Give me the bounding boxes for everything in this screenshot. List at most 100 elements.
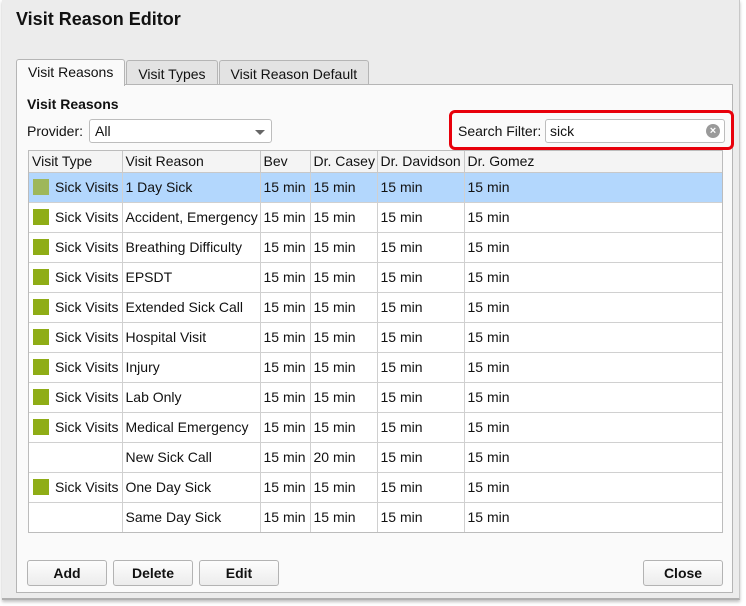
visit-type-cell: Sick Visits: [29, 412, 123, 443]
duration-cell: 15 min: [260, 232, 311, 263]
tab-visit-reasons[interactable]: Visit Reasons: [16, 59, 126, 86]
color-swatch-icon: [33, 209, 49, 225]
duration-cell: 15 min: [377, 442, 465, 473]
duration-cell: 15 min: [260, 442, 311, 473]
provider-select[interactable]: All: [89, 119, 272, 143]
table-row[interactable]: Sick Visits Breathing Difficulty 15 min 15 …: [29, 232, 722, 263]
duration-cell: 15 min: [310, 382, 378, 413]
duration-cell: 15 min: [377, 502, 465, 532]
visit-type-cell: [29, 442, 123, 473]
column-header[interactable]: Dr. Gomez: [464, 151, 722, 173]
add-button[interactable]: Add: [27, 560, 107, 586]
tab-visit-types[interactable]: Visit Types: [126, 60, 218, 86]
duration-cell: 15 min: [464, 412, 722, 443]
visit-type-label: Sick Visits: [55, 269, 119, 285]
duration-cell: 15 min: [377, 352, 465, 383]
visit-type-cell: Sick Visits: [29, 382, 123, 413]
visit-type-cell: Sick Visits: [29, 472, 123, 503]
color-swatch-icon: [33, 389, 49, 405]
table-row[interactable]: Sick Visits Lab Only 15 min 15 min 15 min 15 …: [29, 382, 722, 413]
column-header[interactable]: Dr. Davidson: [377, 151, 465, 173]
section-title: Visit Reasons: [27, 96, 119, 112]
visit-reasons-panel: Visit Reasons Provider: All Search Filte…: [16, 84, 734, 593]
visit-type-label: Sick Visits: [55, 179, 119, 195]
search-filter-input[interactable]: sick ×: [545, 119, 725, 143]
duration-cell: 15 min: [310, 232, 378, 263]
duration-cell: 15 min: [464, 292, 722, 323]
close-button[interactable]: Close: [643, 560, 723, 586]
column-header[interactable]: Visit Reason: [122, 151, 261, 173]
duration-cell: 15 min: [377, 382, 465, 413]
visit-type-cell: Sick Visits: [29, 172, 123, 203]
duration-cell: 15 min: [310, 502, 378, 532]
duration-cell: 15 min: [377, 472, 465, 503]
duration-cell: 15 min: [310, 322, 378, 353]
duration-cell: 15 min: [260, 322, 311, 353]
duration-cell: 15 min: [260, 262, 311, 293]
duration-cell: 15 min: [260, 502, 311, 532]
column-header[interactable]: Dr. Casey: [310, 151, 378, 173]
tab-bar: Visit Reasons Visit Types Visit Reason D…: [16, 59, 370, 86]
visit-type-label: Sick Visits: [55, 389, 119, 405]
visit-type-label: Sick Visits: [55, 209, 119, 225]
visit-reason-cell: Lab Only: [122, 382, 261, 413]
table-row[interactable]: Sick Visits One Day Sick 15 min 15 min 15 mi…: [29, 472, 722, 503]
table-row[interactable]: New Sick Call 15 min 20 min 15 min 15 min: [29, 442, 722, 473]
color-swatch-icon: [33, 269, 49, 285]
duration-cell: 15 min: [260, 412, 311, 443]
table-row[interactable]: Sick Visits 1 Day Sick 15 min 15 min 15 min 1…: [29, 172, 722, 203]
duration-cell: 15 min: [377, 322, 465, 353]
duration-cell: 15 min: [377, 412, 465, 443]
duration-cell: 15 min: [310, 262, 378, 293]
clear-search-icon[interactable]: ×: [706, 124, 720, 138]
duration-cell: 15 min: [260, 202, 311, 233]
duration-cell: 15 min: [310, 472, 378, 503]
delete-button[interactable]: Delete: [113, 560, 193, 586]
column-header[interactable]: Bev: [260, 151, 311, 173]
duration-cell: 15 min: [310, 292, 378, 323]
visit-reason-cell: One Day Sick: [122, 472, 261, 503]
duration-cell: 15 min: [260, 292, 311, 323]
duration-cell: 15 min: [464, 382, 722, 413]
visit-type-label: Sick Visits: [55, 479, 119, 495]
visit-reason-cell: Extended Sick Call: [122, 292, 261, 323]
duration-cell: 15 min: [260, 472, 311, 503]
table-row[interactable]: Sick Visits Accident, Emergency 15 min 15 m…: [29, 202, 722, 233]
visit-type-label: Sick Visits: [55, 359, 119, 375]
visit-reason-cell: EPSDT: [122, 262, 261, 293]
visit-type-cell: [29, 502, 123, 532]
duration-cell: 15 min: [377, 172, 465, 203]
duration-cell: 15 min: [464, 502, 722, 532]
duration-cell: 15 min: [377, 292, 465, 323]
color-swatch-icon: [33, 479, 49, 495]
duration-cell: 15 min: [260, 382, 311, 413]
duration-cell: 15 min: [310, 172, 378, 203]
color-swatch-icon: [33, 329, 49, 345]
visit-type-cell: Sick Visits: [29, 202, 123, 233]
table-row[interactable]: Sick Visits Medical Emergency 15 min 15 min…: [29, 412, 722, 443]
visit-type-cell: Sick Visits: [29, 352, 123, 383]
edit-button[interactable]: Edit: [199, 560, 279, 586]
visit-reason-cell: Same Day Sick: [122, 502, 261, 532]
visit-type-cell: Sick Visits: [29, 322, 123, 353]
table-row[interactable]: Sick Visits Injury 15 min 15 min 15 min 15 mi…: [29, 352, 722, 383]
tab-visit-reason-default[interactable]: Visit Reason Default: [218, 60, 370, 86]
provider-value: All: [95, 123, 111, 139]
visit-type-cell: Sick Visits: [29, 262, 123, 293]
table-row[interactable]: Same Day Sick 15 min 15 min 15 min 15 min: [29, 502, 722, 532]
table-row[interactable]: Sick Visits EPSDT 15 min 15 min 15 min 15 min: [29, 262, 722, 293]
table-row[interactable]: Sick Visits Extended Sick Call 15 min 15 mi…: [29, 292, 722, 323]
duration-cell: 15 min: [377, 202, 465, 233]
duration-cell: 15 min: [464, 172, 722, 203]
visit-reason-cell: 1 Day Sick: [122, 172, 261, 203]
table-row[interactable]: Sick Visits Hospital Visit 15 min 15 min 15 …: [29, 322, 722, 353]
color-swatch-icon: [33, 239, 49, 255]
duration-cell: 15 min: [260, 172, 311, 203]
color-swatch-icon: [33, 299, 49, 315]
chevron-down-icon: [255, 130, 265, 135]
visit-type-label: Sick Visits: [55, 419, 119, 435]
duration-cell: 15 min: [310, 412, 378, 443]
visit-type-cell: Sick Visits: [29, 232, 123, 263]
column-header[interactable]: Visit Type: [29, 151, 123, 173]
duration-cell: 15 min: [377, 262, 465, 293]
